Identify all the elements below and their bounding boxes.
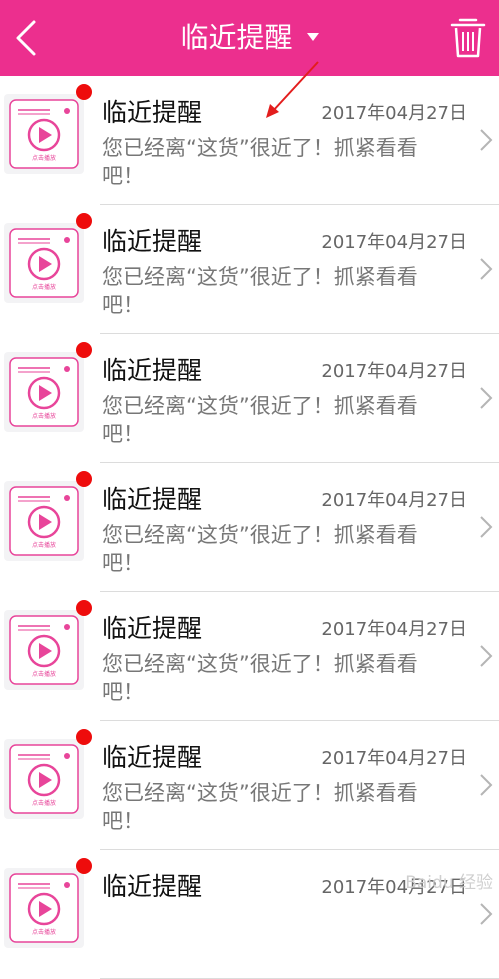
- chevron-right-icon: [480, 645, 493, 667]
- notification-title: 临近提醒: [102, 98, 203, 127]
- title-dropdown[interactable]: 临近提醒: [0, 20, 499, 56]
- video-play-icon: 点击播放: [9, 744, 79, 814]
- thumbnail-caption: 点击播放: [32, 670, 56, 678]
- thumbnail-caption: 点击播放: [32, 154, 56, 162]
- video-play-icon: 点击播放: [9, 615, 79, 685]
- notification-title: 临近提醒: [102, 614, 203, 643]
- chevron-right-icon: [480, 387, 493, 409]
- page-title: 临近提醒: [180, 21, 293, 54]
- unread-dot: [76, 858, 92, 874]
- video-play-icon: 点击播放: [9, 228, 79, 298]
- unread-dot: [76, 213, 92, 229]
- unread-dot: [76, 84, 92, 100]
- video-play-icon: 点击播放: [9, 357, 79, 427]
- video-play-icon: 点击播放: [9, 99, 79, 169]
- video-play-icon: 点击播放: [9, 486, 79, 556]
- notification-body: 您已经离“这货”很近了！抓紧看看吧！: [102, 523, 418, 575]
- notification-title: 临近提醒: [102, 356, 203, 385]
- chevron-right-icon: [480, 129, 493, 151]
- notification-body: 您已经离“这货”很近了！抓紧看看吧！: [102, 652, 418, 704]
- video-thumbnail: 点击播放: [4, 610, 84, 690]
- notification-title: 临近提醒: [102, 485, 203, 514]
- video-thumbnail: 点击播放: [4, 868, 84, 948]
- video-thumbnail: 点击播放: [4, 223, 84, 303]
- chevron-right-icon: [480, 516, 493, 538]
- notification-date: 2017年04月27日: [321, 361, 467, 382]
- list-item[interactable]: 点击播放 临近提醒 2017年04月27日 您已经离“这货”很近了！抓紧看看吧！: [0, 205, 499, 334]
- video-thumbnail: 点击播放: [4, 481, 84, 561]
- notification-list: 点击播放 临近提醒 2017年04月27日 您已经离“这货”很近了！抓紧看看吧！…: [0, 76, 499, 979]
- list-item[interactable]: 点击播放 临近提醒 2017年04月27日: [0, 850, 499, 979]
- notification-title: 临近提醒: [102, 872, 203, 901]
- unread-dot: [76, 342, 92, 358]
- video-thumbnail: 点击播放: [4, 739, 84, 819]
- list-item[interactable]: 点击播放 临近提醒 2017年04月27日 您已经离“这货”很近了！抓紧看看吧！: [0, 334, 499, 463]
- trash-icon[interactable]: [449, 16, 487, 60]
- notification-body: 您已经离“这货”很近了！抓紧看看吧！: [102, 394, 418, 446]
- chevron-right-icon: [480, 258, 493, 280]
- video-thumbnail: 点击播放: [4, 94, 84, 174]
- notification-date: 2017年04月27日: [321, 748, 467, 769]
- list-item[interactable]: 点击播放 临近提醒 2017年04月27日 您已经离“这货”很近了！抓紧看看吧！: [0, 721, 499, 850]
- dropdown-caret-icon: [306, 33, 319, 41]
- list-item[interactable]: 点击播放 临近提醒 2017年04月27日 您已经离“这货”很近了！抓紧看看吧！: [0, 463, 499, 592]
- thumbnail-caption: 点击播放: [32, 541, 56, 549]
- notification-title: 临近提醒: [102, 743, 203, 772]
- notification-date: 2017年04月27日: [321, 103, 467, 124]
- thumbnail-caption: 点击播放: [32, 928, 56, 936]
- video-thumbnail: 点击播放: [4, 352, 84, 432]
- thumbnail-caption: 点击播放: [32, 283, 56, 291]
- chevron-right-icon: [480, 903, 493, 925]
- watermark: Baidu 经验: [405, 873, 493, 893]
- notification-title: 临近提醒: [102, 227, 203, 256]
- unread-dot: [76, 729, 92, 745]
- top-nav-bar: 临近提醒: [0, 0, 499, 76]
- notification-body: 您已经离“这货”很近了！抓紧看看吧！: [102, 265, 418, 317]
- list-item[interactable]: 点击播放 临近提醒 2017年04月27日 您已经离“这货”很近了！抓紧看看吧！: [0, 592, 499, 721]
- list-item[interactable]: 点击播放 临近提醒 2017年04月27日 您已经离“这货”很近了！抓紧看看吧！: [0, 76, 499, 205]
- video-play-icon: 点击播放: [9, 873, 79, 943]
- unread-dot: [76, 600, 92, 616]
- notification-date: 2017年04月27日: [321, 490, 467, 511]
- chevron-right-icon: [480, 774, 493, 796]
- thumbnail-caption: 点击播放: [32, 799, 56, 807]
- notification-date: 2017年04月27日: [321, 619, 467, 640]
- thumbnail-caption: 点击播放: [32, 412, 56, 420]
- notification-body: 您已经离“这货”很近了！抓紧看看吧！: [102, 136, 418, 188]
- unread-dot: [76, 471, 92, 487]
- notification-body: 您已经离“这货”很近了！抓紧看看吧！: [102, 781, 418, 833]
- notification-date: 2017年04月27日: [321, 232, 467, 253]
